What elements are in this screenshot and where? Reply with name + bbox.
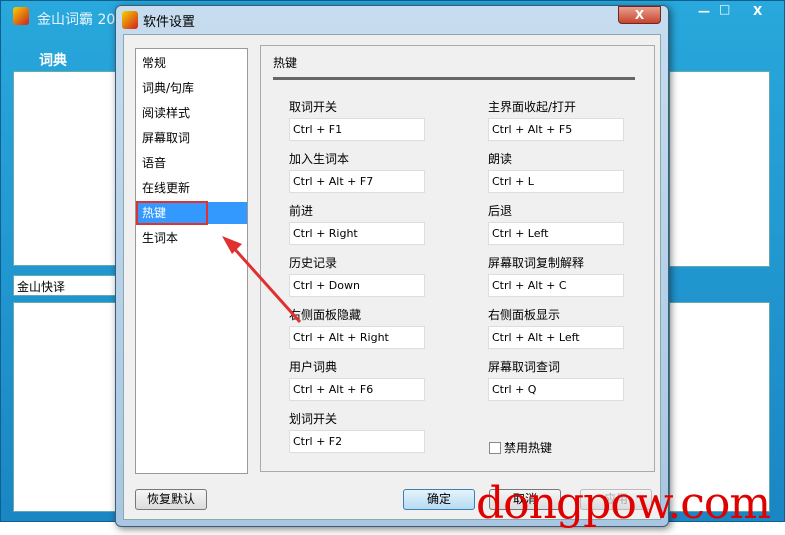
- annotation-arrow: [222, 236, 302, 324]
- arrow-head: [222, 236, 242, 254]
- watermark: dongpow.com: [476, 478, 771, 529]
- arrow-shaft: [230, 244, 302, 324]
